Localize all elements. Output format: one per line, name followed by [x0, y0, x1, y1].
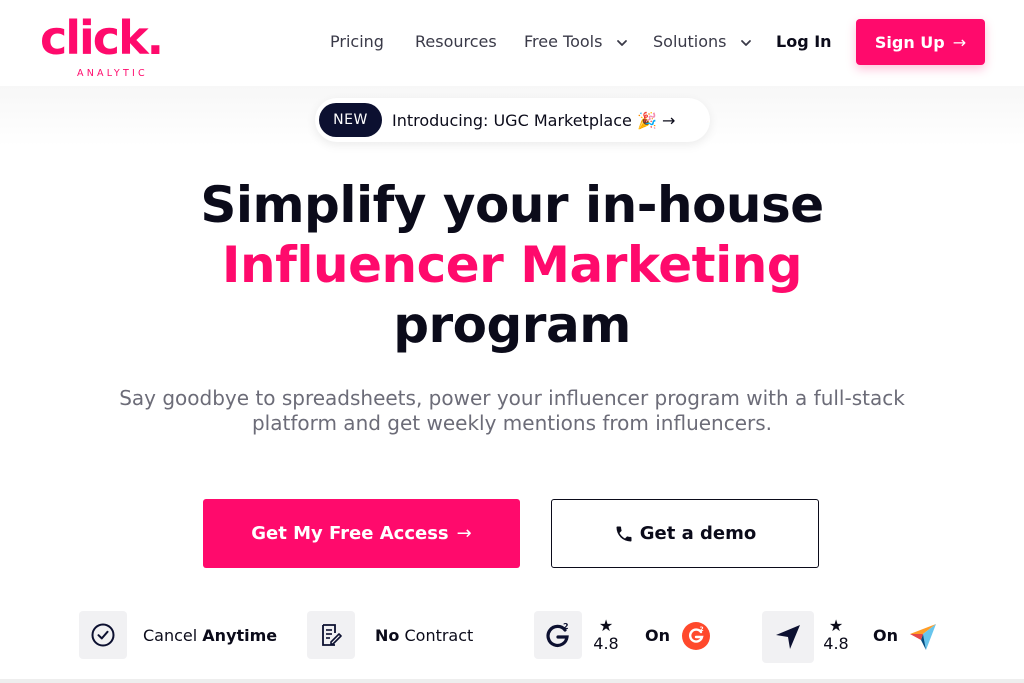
- nav-label: Pricing: [330, 32, 384, 51]
- g2-rating: ★ 4.8: [586, 617, 626, 653]
- nav-item-solutions[interactable]: Solutions: [653, 30, 752, 54]
- signup-button[interactable]: Sign Up →: [856, 19, 985, 65]
- g2-badge-icon[interactable]: 2: [681, 621, 711, 651]
- contract-bold: No: [375, 626, 400, 645]
- check-circle-icon: [91, 623, 115, 647]
- section-divider: [0, 679, 1024, 683]
- signup-label: Sign Up: [874, 32, 945, 52]
- hero-title-line-3: program: [393, 296, 631, 354]
- hero-subtitle-line-2: platform and get weekly mentions from in…: [251, 411, 773, 435]
- hero-subtitle-line-1: Say goodbye to spreadsheets, power your …: [119, 386, 905, 410]
- nav-label: Free Tools: [524, 32, 603, 51]
- hero-title-line-1: Simplify your in-house: [200, 176, 824, 234]
- capterra-tile[interactable]: [762, 611, 814, 663]
- announcement-banner[interactable]: NEW Introducing: UGC Marketplace 🎉 →: [315, 98, 710, 142]
- star-icon: ★: [828, 616, 844, 635]
- cancel-anytime-text: Cancel Anytime: [143, 626, 277, 646]
- cancel-anytime-tile: [79, 611, 127, 659]
- site-header: click. ANALYTIC Pricing Resources Free T…: [0, 0, 1024, 86]
- cancel-prefix: Cancel: [143, 626, 203, 645]
- nav-item-free-tools[interactable]: Free Tools: [524, 30, 628, 54]
- contract-suffix: Contract: [399, 626, 474, 645]
- announcement-text: Introducing: UGC Marketplace 🎉 →: [392, 110, 676, 130]
- no-contract-tile: [307, 611, 355, 659]
- capterra-arrow-icon[interactable]: [908, 622, 938, 652]
- capterra-rating-value: 4.8: [823, 634, 849, 653]
- phone-icon: [616, 526, 632, 541]
- cta-secondary-label: Get a demo: [639, 523, 757, 544]
- g2-rating-value: 4.8: [593, 634, 619, 653]
- g2-tile[interactable]: 2: [534, 611, 582, 659]
- capterra-rating: ★ 4.8: [816, 617, 856, 653]
- logo-subtitle: ANALYTIC: [77, 68, 148, 79]
- cta-primary-label: Get My Free Access: [251, 523, 449, 544]
- nav-item-resources[interactable]: Resources: [415, 30, 497, 54]
- nav-item-pricing[interactable]: Pricing: [330, 30, 384, 54]
- brand-logo[interactable]: click. ANALYTIC: [40, 11, 170, 79]
- get-free-access-button[interactable]: Get My Free Access →: [203, 499, 520, 568]
- capterra-logo-icon: [776, 625, 800, 649]
- g2-logo-icon: 2: [546, 622, 569, 647]
- arrow-right-icon: →: [952, 32, 967, 52]
- svg-text:2: 2: [563, 622, 569, 631]
- cancel-bold: Anytime: [202, 626, 278, 645]
- new-badge: NEW: [319, 103, 382, 137]
- nav-label: Resources: [415, 32, 497, 51]
- document-edit-icon: [322, 624, 342, 646]
- arrow-right-icon: →: [456, 523, 472, 544]
- chevron-down-icon: [740, 39, 751, 46]
- star-icon: ★: [598, 616, 614, 635]
- svg-text:2: 2: [700, 626, 704, 633]
- capterra-on-label: On: [873, 626, 898, 645]
- no-contract-text: No Contract: [375, 626, 473, 646]
- nav-label: Solutions: [653, 32, 727, 51]
- hero-title-line-2: Influencer Marketing: [221, 236, 803, 294]
- g2-on-label: On: [645, 626, 670, 645]
- login-link[interactable]: Log In: [776, 30, 832, 54]
- logo-wordmark: click.: [40, 11, 164, 65]
- chevron-down-icon: [616, 39, 627, 46]
- get-demo-button[interactable]: Get a demo: [551, 499, 819, 568]
